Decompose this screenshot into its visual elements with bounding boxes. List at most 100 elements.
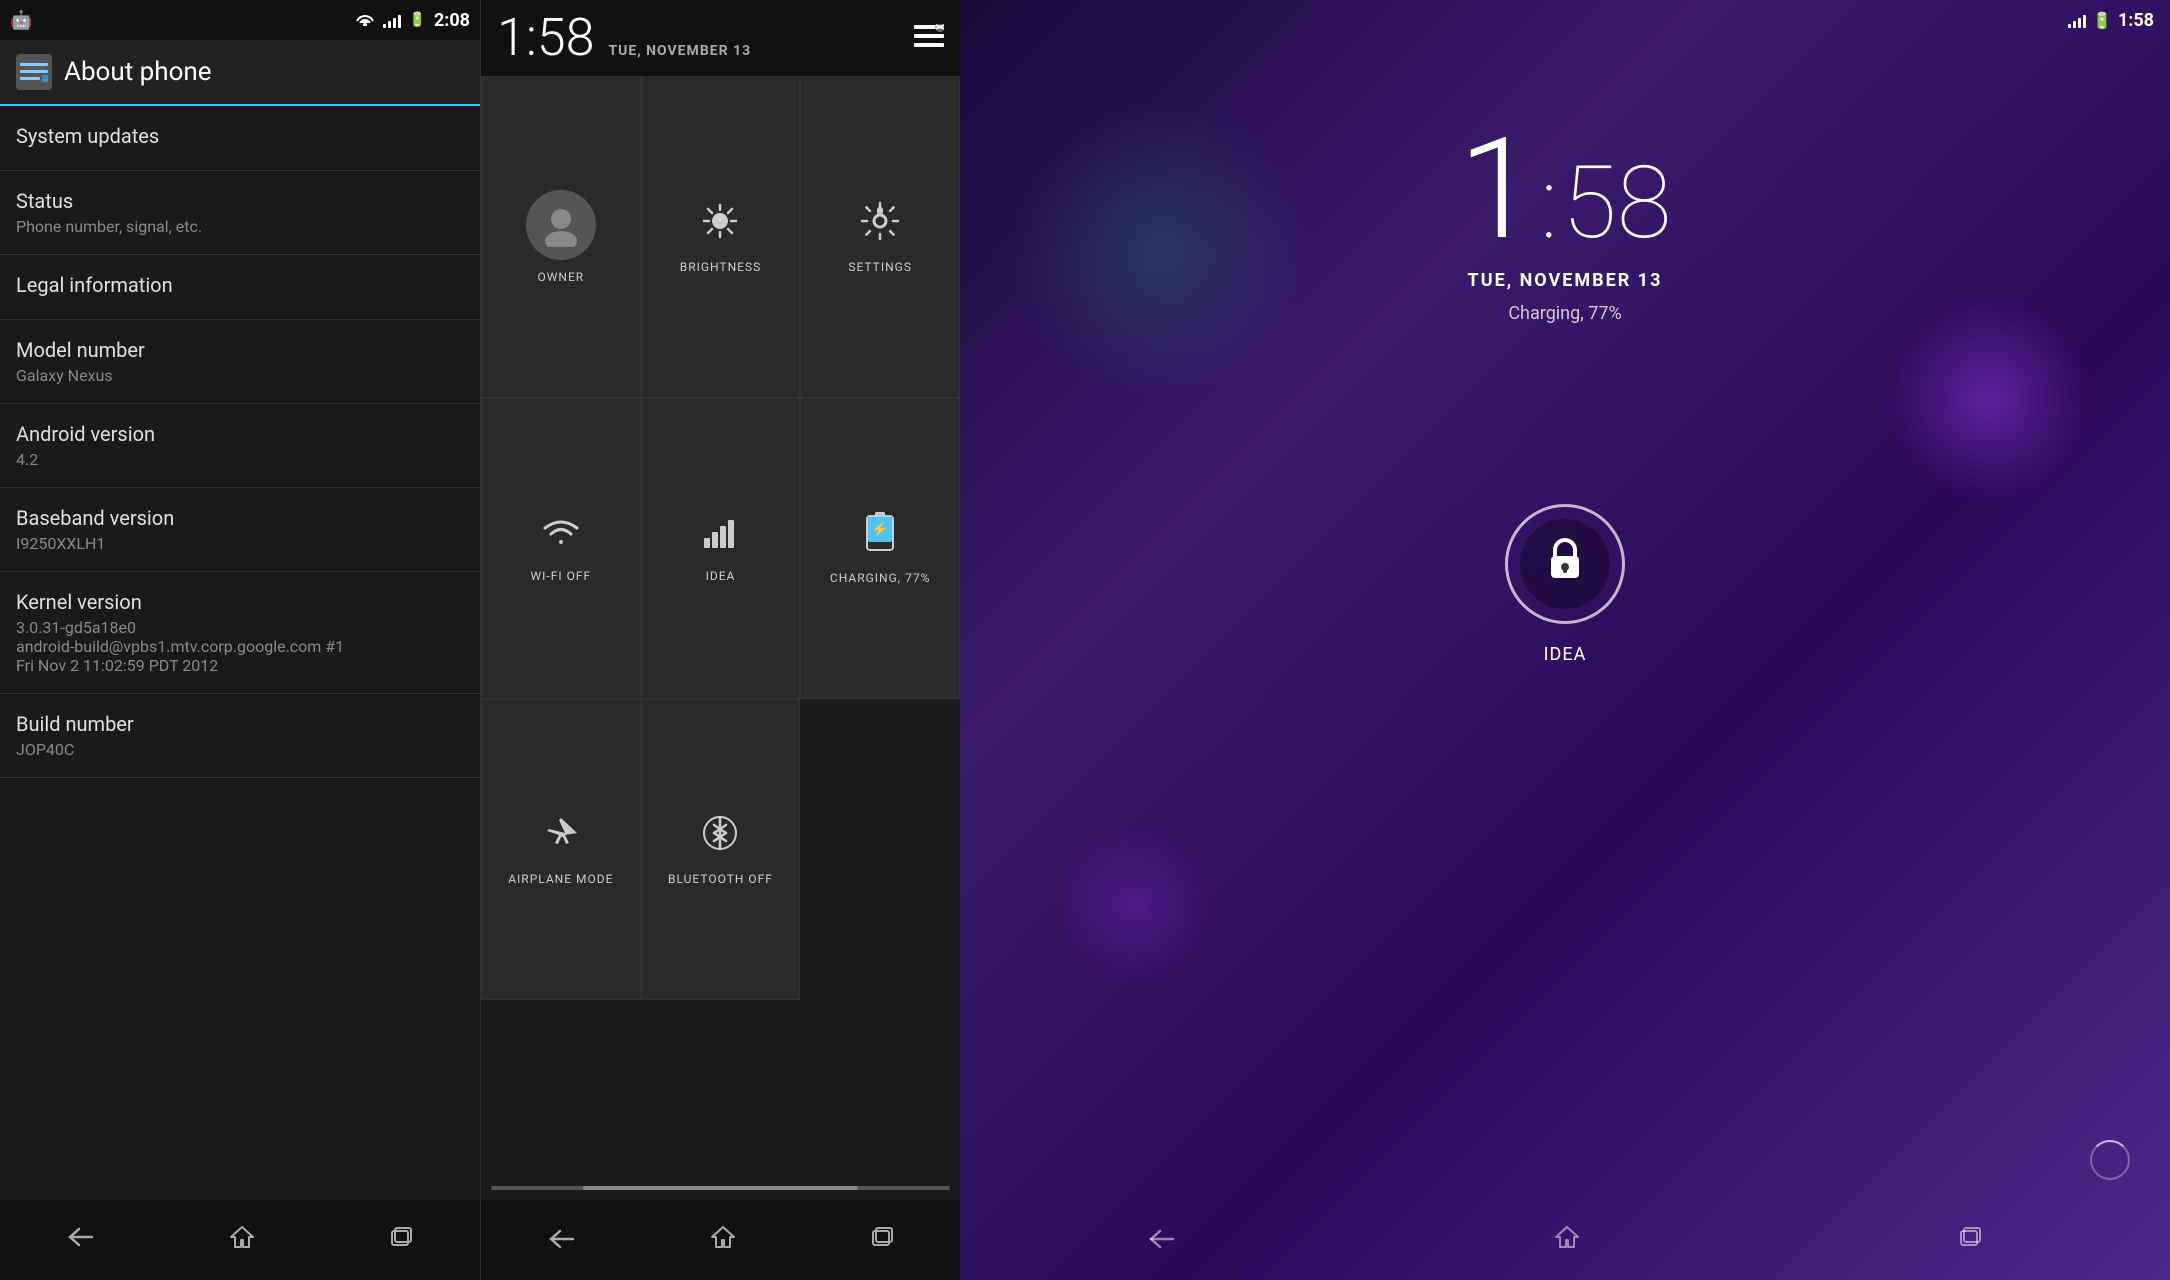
padlock-icon — [1543, 534, 1587, 594]
lock-nav-bar — [960, 1200, 2170, 1280]
about-back-button[interactable] — [47, 1215, 115, 1265]
about-item-model[interactable]: Model number Galaxy Nexus — [0, 320, 480, 404]
about-item-model-subtitle: Galaxy Nexus — [16, 366, 464, 385]
lock-home-icon — [1553, 1223, 1581, 1258]
about-item-legal-title: Legal information — [16, 273, 464, 297]
qs-tile-charging-label: CHARGING, 77% — [830, 571, 931, 585]
lock-status-bar: 🔋 1:58 — [960, 0, 2170, 40]
about-status-bar: 🤖 🔋 2:08 — [0, 0, 480, 40]
qs-tile-airplane[interactable]: AIRPLANE MODE — [481, 699, 641, 1000]
about-item-kernel-subtitle: 3.0.31-gd5a18e0 android-build@vpbs1.mtv.… — [16, 618, 464, 675]
lock-minute: 58 — [1562, 154, 1671, 254]
qs-scrollbar-thumb — [583, 1186, 858, 1190]
wifi-status-icon — [355, 10, 375, 30]
lock-recents-icon — [1958, 1224, 1982, 1257]
qs-tile-charging[interactable]: ⚡ CHARGING, 77% — [800, 398, 960, 699]
about-item-system-updates-title: System updates — [16, 124, 464, 148]
about-item-kernel-title: Kernel version — [16, 590, 464, 614]
about-item-build[interactable]: Build number JOP40C — [0, 694, 480, 778]
bluetooth-off-icon — [702, 813, 738, 862]
about-header-icon — [16, 54, 52, 90]
qs-home-button[interactable] — [689, 1213, 757, 1268]
svg-text:⚡: ⚡ — [871, 521, 888, 538]
about-item-system-updates[interactable]: System updates — [0, 106, 480, 171]
battery-icon: 🔋 — [409, 12, 426, 28]
lock-charging-status: Charging, 77% — [1508, 303, 1621, 324]
lock-back-icon — [1148, 1224, 1176, 1257]
qs-back-icon — [548, 1224, 576, 1257]
about-item-model-title: Model number — [16, 338, 464, 362]
qs-tile-idea[interactable]: IDEA — [641, 398, 801, 699]
about-home-button[interactable] — [208, 1213, 276, 1268]
qs-tile-bluetooth[interactable]: BLUETOOTH OFF — [641, 699, 801, 1000]
about-item-status-subtitle: Phone number, signal, etc. — [16, 217, 464, 236]
about-item-baseband-subtitle: I9250XXLH1 — [16, 534, 464, 553]
qs-tile-brightness[interactable]: BRIGHTNESS — [641, 76, 801, 398]
lock-screen-panel: 🔋 1:58 1 : 58 TUE, NOVEMBER 13 Charging,… — [960, 0, 2170, 1280]
qs-nav-bar — [481, 1200, 960, 1280]
qs-tile-settings[interactable]: SETTINGS — [800, 76, 960, 398]
qs-tile-wifi[interactable]: WI-FI OFF — [481, 398, 641, 699]
qs-time: 1:58 — [497, 12, 594, 64]
qs-back-button[interactable] — [528, 1214, 596, 1267]
about-status-time: 2:08 — [434, 10, 470, 31]
about-item-baseband-title: Baseband version — [16, 506, 464, 530]
qs-tile-idea-label: IDEA — [706, 569, 736, 583]
qs-scrollbar-area — [481, 1000, 960, 1200]
charging-icon: ⚡ — [865, 512, 895, 561]
qs-tiles-grid: OWNER BRIGHTNESS — [481, 76, 960, 1000]
about-item-baseband[interactable]: Baseband version I9250XXLH1 — [0, 488, 480, 572]
brightness-icon — [700, 201, 740, 250]
recents-icon — [389, 1224, 413, 1257]
qs-tile-wifi-label: WI-FI OFF — [531, 569, 592, 583]
about-item-kernel[interactable]: Kernel version 3.0.31-gd5a18e0 android-b… — [0, 572, 480, 694]
about-title: About phone — [64, 57, 212, 87]
wifi-off-icon — [541, 514, 581, 559]
qs-tile-owner[interactable]: OWNER — [481, 76, 641, 398]
qs-home-icon — [709, 1223, 737, 1258]
about-recents-button[interactable] — [369, 1214, 433, 1267]
lock-back-button[interactable] — [1128, 1214, 1196, 1267]
qs-recents-button[interactable] — [850, 1214, 914, 1267]
lock-ring-inner — [1520, 519, 1610, 609]
qs-tile-airplane-label: AIRPLANE MODE — [508, 872, 613, 886]
lock-colon: : — [1540, 154, 1558, 254]
settings-icon — [860, 201, 900, 250]
qs-menu-button[interactable] — [914, 22, 944, 55]
qs-scrollbar[interactable] — [491, 1186, 950, 1190]
qs-date: TUE, NOVEMBER 13 — [608, 43, 751, 59]
android-icon: 🤖 — [10, 10, 32, 31]
about-item-legal[interactable]: Legal information — [0, 255, 480, 320]
lock-date: TUE, NOVEMBER 13 — [1468, 270, 1663, 291]
about-item-build-subtitle: JOP40C — [16, 740, 464, 759]
about-item-android[interactable]: Android version 4.2 — [0, 404, 480, 488]
lock-content: 1 : 58 TUE, NOVEMBER 13 Charging, 77% — [960, 40, 2170, 1200]
about-item-status[interactable]: Status Phone number, signal, etc. — [0, 171, 480, 255]
airplane-mode-icon — [541, 813, 581, 862]
lock-carrier-label: IDEA — [1544, 644, 1587, 665]
about-status-left: 🤖 — [10, 10, 32, 31]
qs-tile-owner-label: OWNER — [537, 270, 584, 284]
about-item-status-title: Status — [16, 189, 464, 213]
qs-tile-brightness-label: BRIGHTNESS — [680, 260, 762, 274]
lock-unlock-area: IDEA — [1505, 504, 1625, 665]
qs-tile-bluetooth-label: BLUETOOTH OFF — [668, 872, 773, 886]
about-nav-bar — [0, 1200, 480, 1280]
quick-settings-panel: 1:58 TUE, NOVEMBER 13 OWNER — [480, 0, 960, 1280]
qs-header: 1:58 TUE, NOVEMBER 13 — [481, 0, 960, 76]
lock-ring-button[interactable] — [1505, 504, 1625, 624]
lock-home-button[interactable] — [1533, 1213, 1601, 1268]
signal-bars-icon — [383, 12, 401, 28]
about-item-build-title: Build number — [16, 712, 464, 736]
about-content: System updates Status Phone number, sign… — [0, 106, 480, 1200]
lock-status-icons: 🔋 1:58 — [2068, 10, 2154, 31]
lock-recents-button[interactable] — [1938, 1214, 2002, 1267]
back-icon — [67, 1225, 95, 1255]
qs-time-block: 1:58 TUE, NOVEMBER 13 — [497, 12, 751, 64]
lock-signal-bars-icon — [2068, 12, 2086, 28]
about-item-android-title: Android version — [16, 422, 464, 446]
home-icon — [228, 1223, 256, 1258]
qs-recents-icon — [870, 1224, 894, 1257]
lock-clock: 1 : 58 — [1459, 120, 1672, 260]
about-item-android-subtitle: 4.2 — [16, 450, 464, 469]
